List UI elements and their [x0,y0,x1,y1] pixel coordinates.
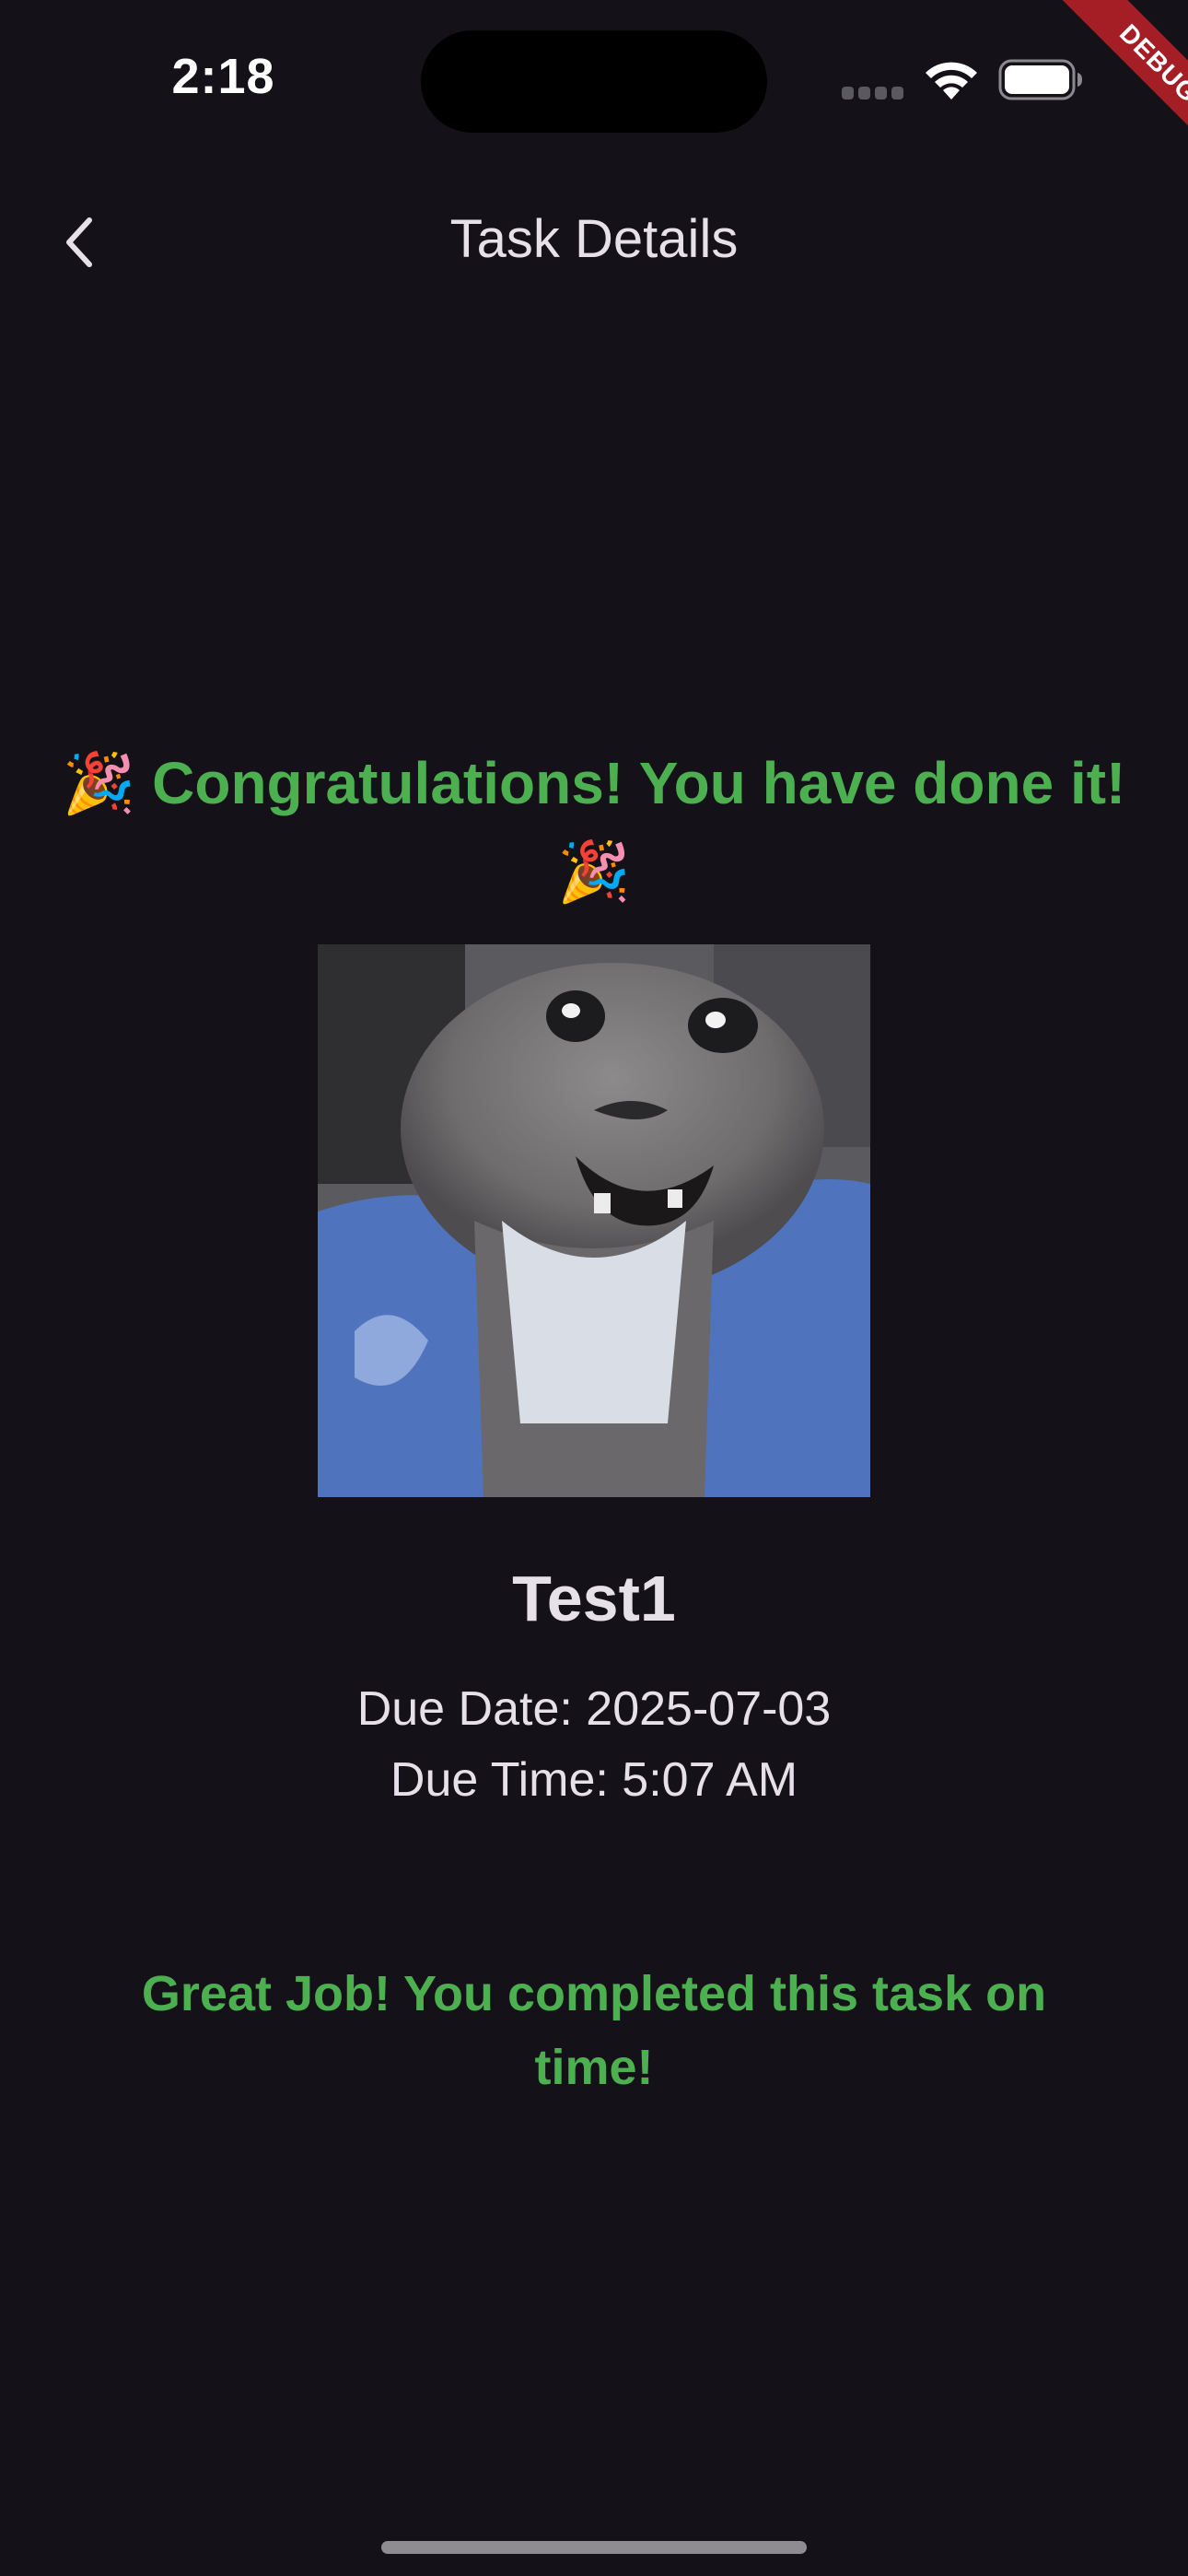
wifi-icon [923,57,980,100]
dynamic-island [421,30,767,133]
due-date: Due Date: 2025-07-03 [356,1682,832,1736]
celebration-cat-image [318,944,870,1497]
status-time: 2:18 [171,49,275,104]
chevron-left-icon [66,217,92,267]
back-button[interactable] [37,201,120,284]
completion-message: Great Job! You completed this task on ti… [141,1966,1047,2095]
cellular-signal-icon [842,87,904,100]
debug-banner-label: DEBUG [1057,0,1188,165]
due-time: Due Time: 5:07 AM [390,1753,798,1807]
page-title: Task Details [449,209,739,269]
app-bar: Task Details [0,175,1188,313]
home-indicator[interactable] [381,2541,807,2554]
task-title: Test1 [512,1563,676,1634]
debug-banner: DEBUG [1004,0,1188,184]
congrats-message: 🎉 Congratulations! You have done it! 🎉 [62,750,1126,905]
